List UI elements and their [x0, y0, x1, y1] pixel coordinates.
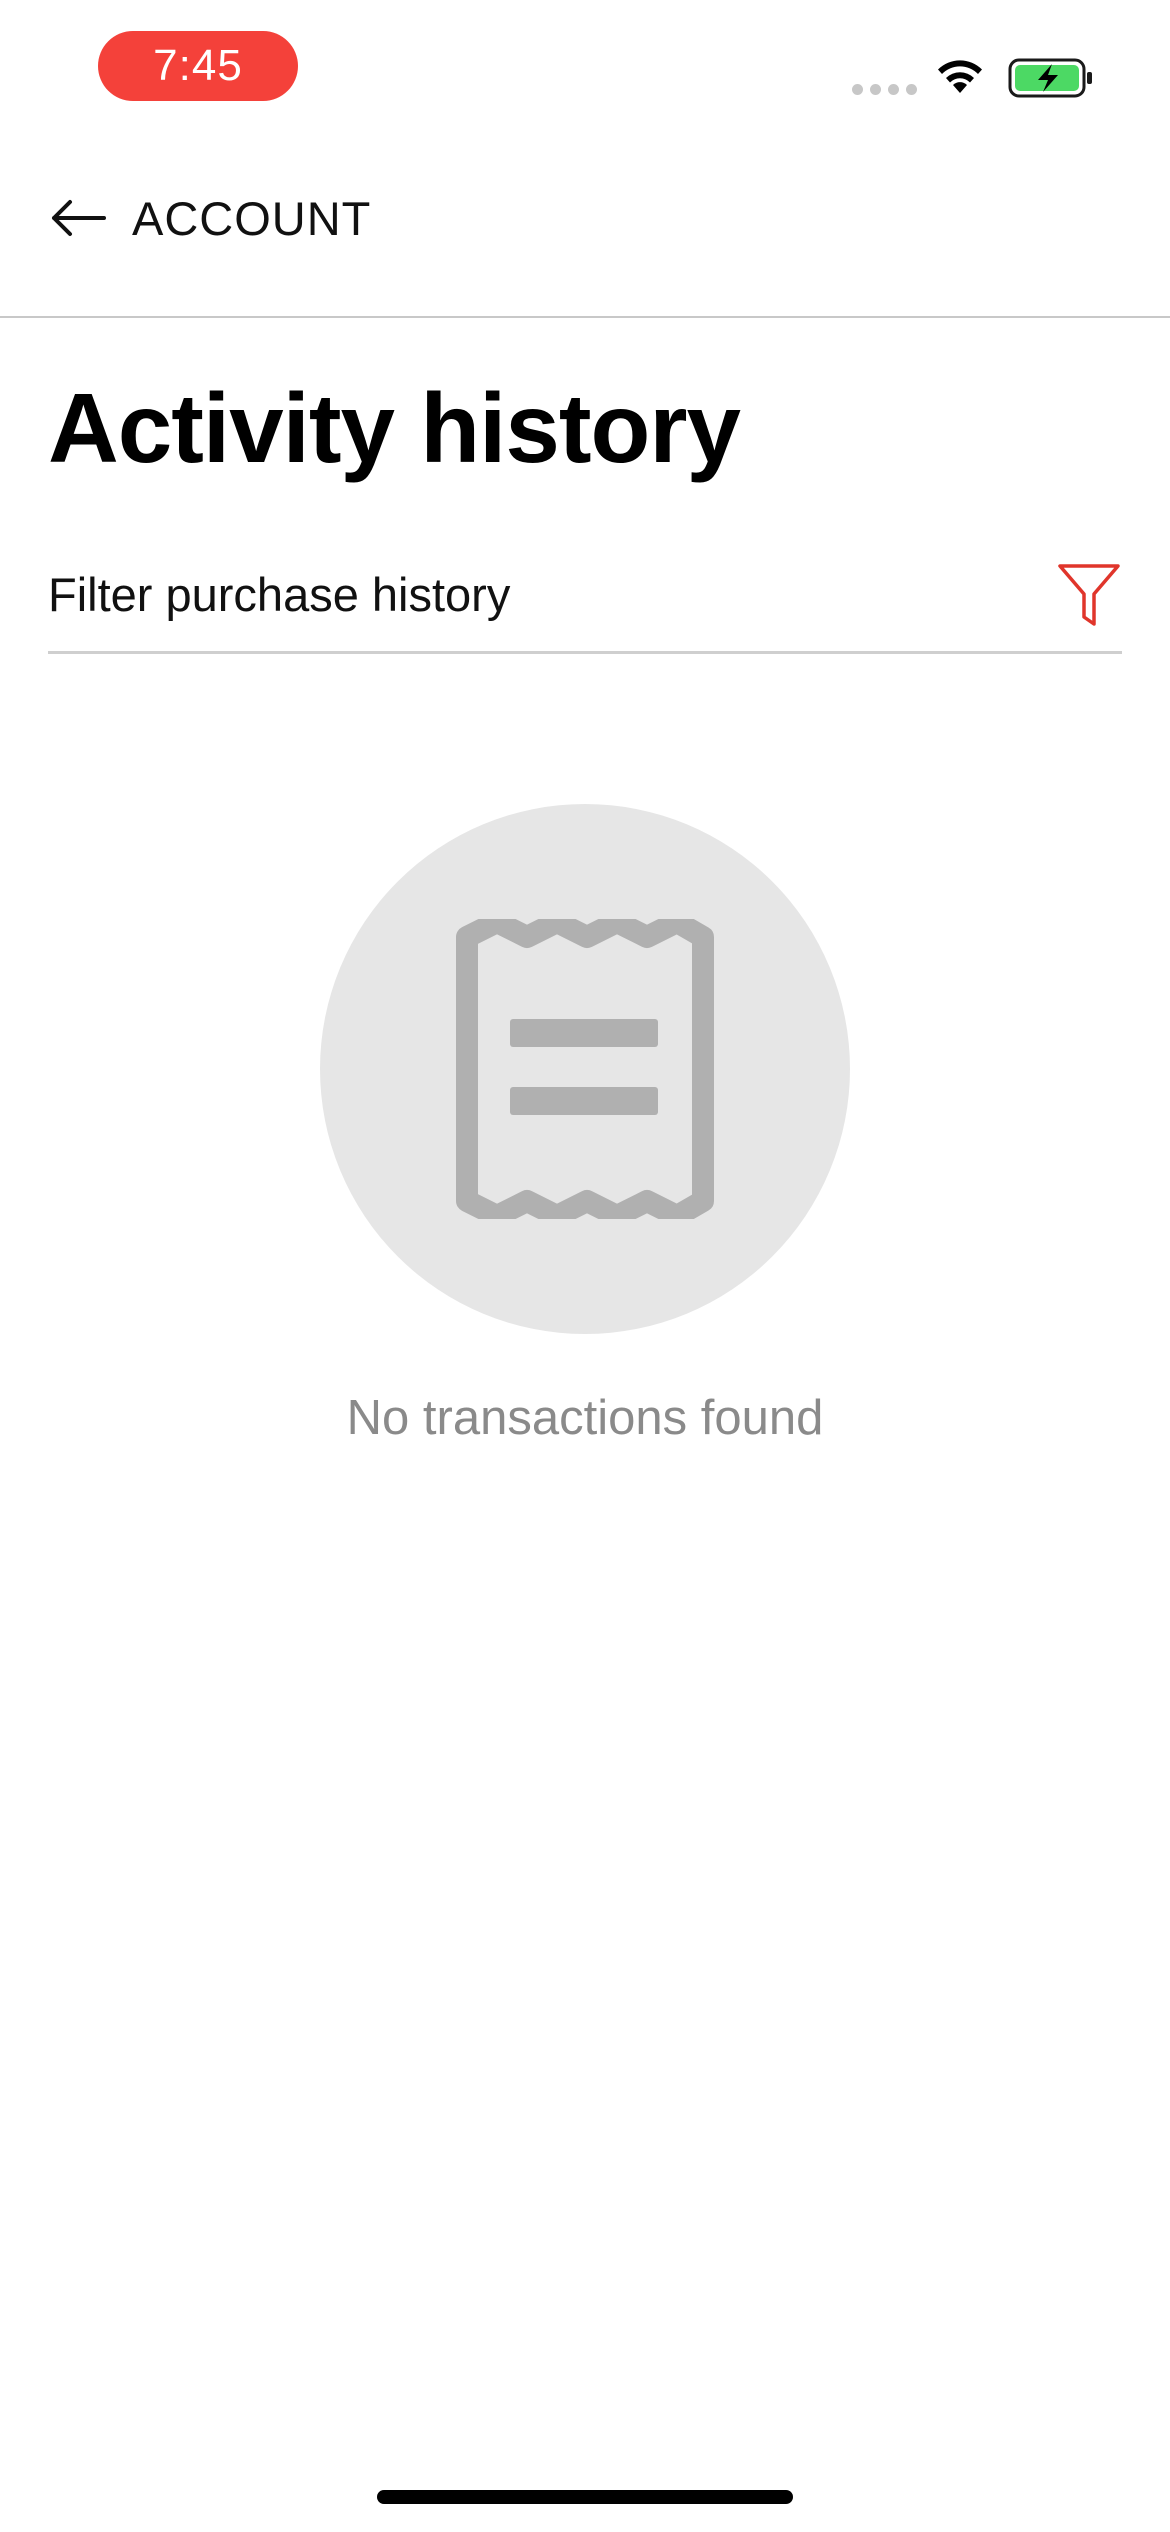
status-bar: 7:45 — [0, 0, 1170, 140]
home-indicator[interactable] — [377, 2490, 793, 2504]
nav-bar: ACCOUNT — [0, 140, 1170, 318]
wifi-icon — [938, 60, 982, 93]
empty-state-message: No transactions found — [346, 1391, 824, 1445]
signal-dots-icon — [852, 84, 917, 95]
back-label: ACCOUNT — [132, 191, 372, 245]
page-title: Activity history — [48, 373, 741, 483]
filter-label: Filter purchase history — [48, 568, 511, 621]
filter-funnel-icon[interactable] — [1056, 562, 1122, 628]
status-time: 7:45 — [98, 31, 298, 101]
back-button[interactable]: ACCOUNT — [48, 188, 371, 248]
battery-charging-icon — [1008, 58, 1092, 98]
filter-purchase-history-button[interactable]: Filter purchase history — [48, 548, 1122, 654]
empty-state-illustration — [320, 804, 850, 1334]
status-time-label: 7:45 — [153, 41, 243, 90]
receipt-icon — [456, 919, 714, 1219]
arrow-left-icon — [52, 200, 106, 236]
